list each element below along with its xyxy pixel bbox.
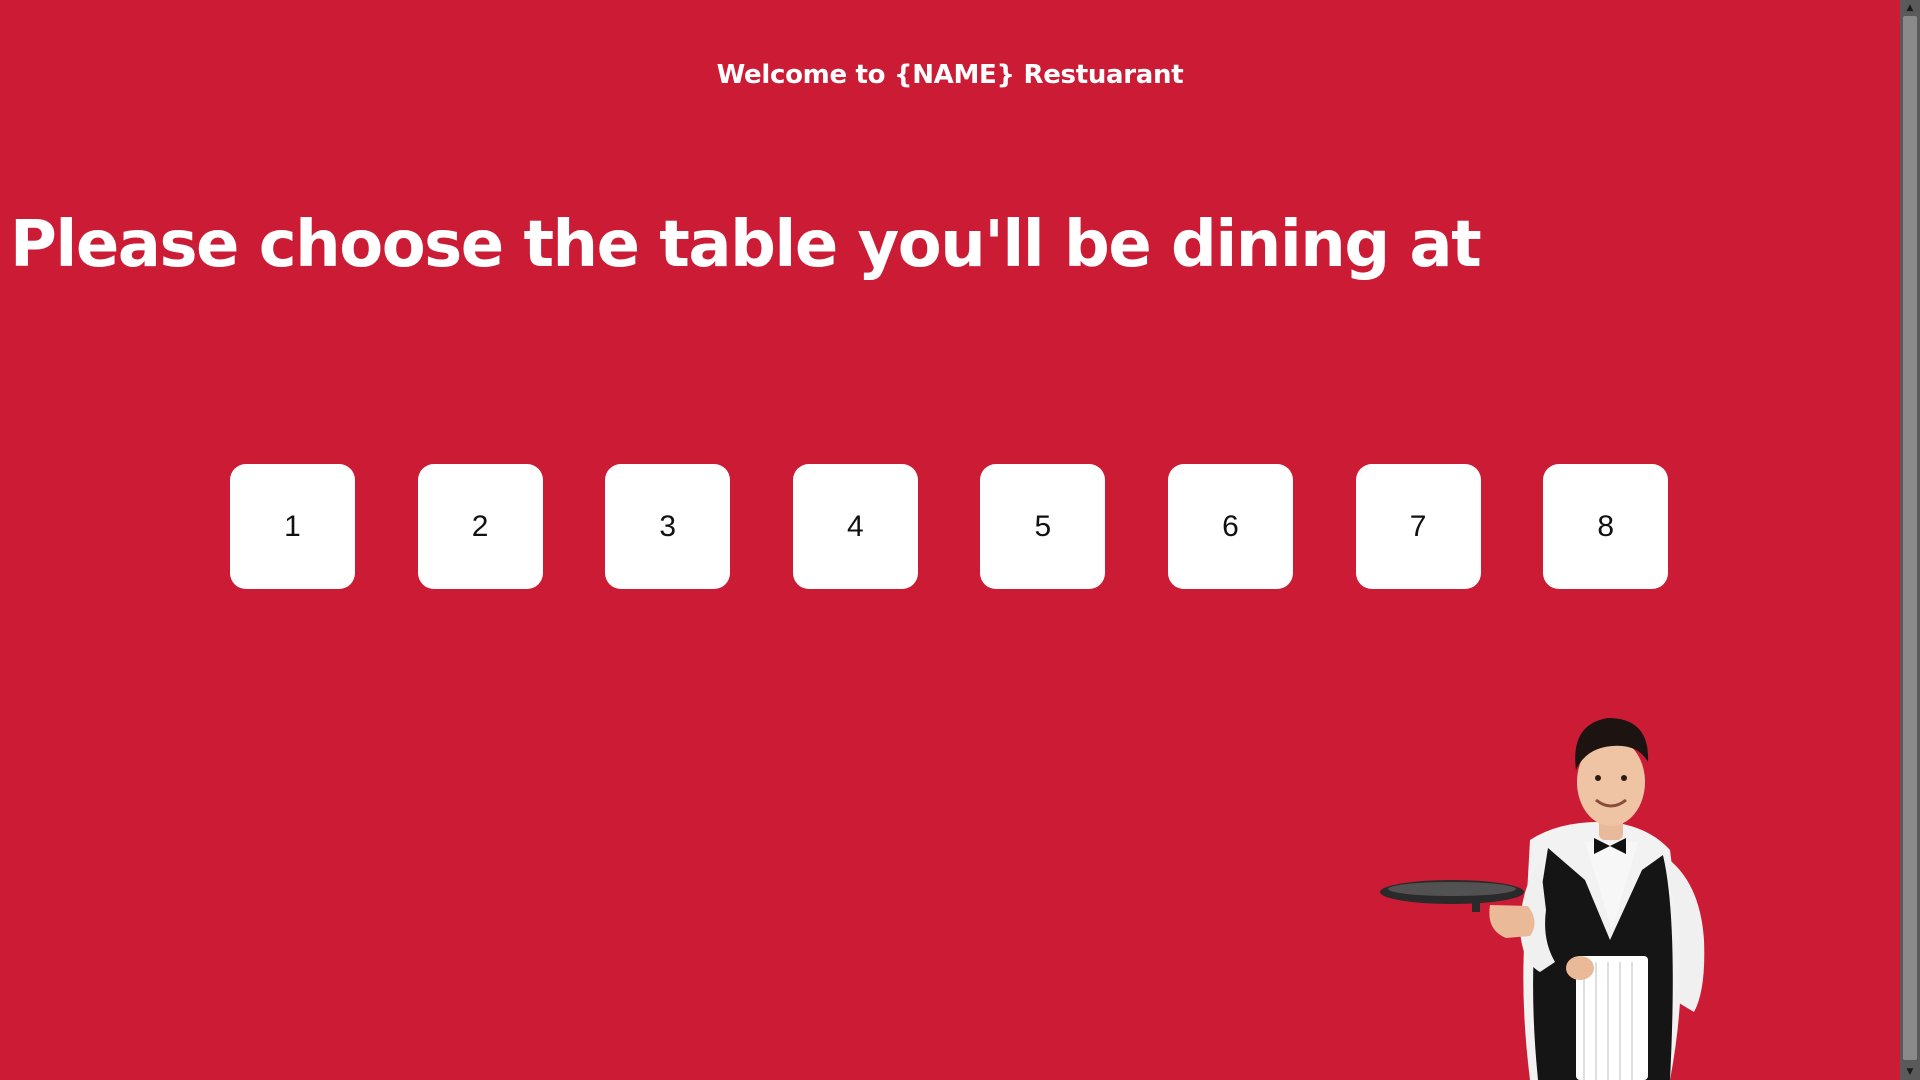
table-button-3[interactable]: 3 bbox=[605, 464, 731, 589]
table-button-7[interactable]: 7 bbox=[1355, 464, 1481, 589]
table-button-2[interactable]: 2 bbox=[417, 464, 543, 589]
page: Welcome to {NAME} Restuarant Please choo… bbox=[0, 0, 1900, 1080]
waiter-image bbox=[1380, 718, 1705, 1080]
scrollbar-thumb[interactable] bbox=[1903, 16, 1917, 1060]
table-button-1[interactable]: 1 bbox=[230, 464, 355, 589]
table-button-6[interactable]: 6 bbox=[1167, 464, 1293, 589]
triangle-up-icon[interactable]: ▲ bbox=[1900, 0, 1920, 16]
welcome-title: Welcome to {NAME} Restuarant bbox=[716, 60, 1184, 90]
table-button-5[interactable]: 5 bbox=[980, 464, 1106, 589]
vertical-scrollbar[interactable]: ▲ ▼ bbox=[1900, 0, 1920, 1080]
table-button-4[interactable]: 4 bbox=[792, 464, 918, 589]
triangle-down-icon[interactable]: ▼ bbox=[1900, 1064, 1920, 1080]
table-selector: 1 2 3 4 5 6 7 8 bbox=[230, 464, 1669, 589]
table-button-8[interactable]: 8 bbox=[1543, 464, 1669, 589]
page-headline: Please choose the table you'll be dining… bbox=[10, 208, 1482, 282]
